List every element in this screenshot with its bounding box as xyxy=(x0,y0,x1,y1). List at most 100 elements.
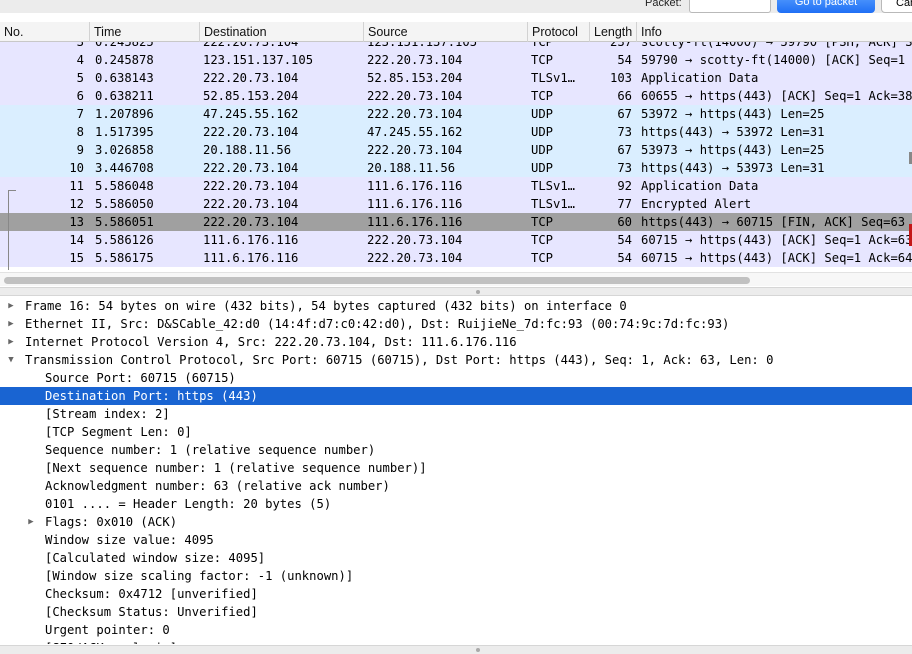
packet-row[interactable]: 10 3.446708 222.20.73.104 20.188.11.56 UDP 73… xyxy=(0,159,912,177)
collapsed-triangle-icon[interactable]: ▶ xyxy=(26,639,36,644)
packet-info: Application Data xyxy=(641,71,759,85)
detail-text: Sequence number: 1 (relative sequence nu… xyxy=(45,443,376,457)
packet-source: 222.20.73.104 xyxy=(367,107,463,121)
column-header-info[interactable]: Info xyxy=(636,22,912,42)
packet-protocol: TCP xyxy=(531,89,554,103)
detail-protocol-item[interactable]: ▼ Transmission Control Protocol, Src Port… xyxy=(0,351,912,369)
packet-row[interactable]: 11 5.586048 222.20.73.104 111.6.176.116 TLSv… xyxy=(0,177,912,195)
packet-destination: 111.6.176.116 xyxy=(203,233,299,247)
packet-destination: 47.245.55.162 xyxy=(203,107,299,121)
packet-length: 77 xyxy=(617,197,632,211)
packet-no: 7 xyxy=(76,107,84,121)
collapsed-triangle-icon[interactable]: ▶ xyxy=(6,297,16,315)
packet-row[interactable]: 5 0.638143 222.20.73.104 52.85.153.204 TLSv1… xyxy=(0,69,912,87)
packet-length: 66 xyxy=(617,89,632,103)
bottom-pane-splitter[interactable] xyxy=(0,645,912,654)
packet-row[interactable]: 12 5.586050 222.20.73.104 111.6.176.116 TLSv… xyxy=(0,195,912,213)
packet-destination: 222.20.73.104 xyxy=(203,71,299,85)
packet-protocol: TLSv1… xyxy=(531,179,576,193)
packet-details-tree[interactable]: ▶ Frame 16: 54 bytes on wire (432 bits), … xyxy=(0,296,912,644)
column-header-source[interactable]: Source xyxy=(363,22,527,42)
detail-text: [Next sequence number: 1 (relative seque… xyxy=(45,461,427,475)
packet-protocol: UDP xyxy=(531,143,554,157)
packet-time: 0.245825 xyxy=(95,42,154,49)
detail-item-selected[interactable]: Destination Port: https (443) xyxy=(0,387,912,405)
packet-row-selected[interactable]: 13 5.586051 222.20.73.104 111.6.176.116 TCP 6… xyxy=(0,213,912,231)
detail-protocol-item[interactable]: ▶ Frame 16: 54 bytes on wire (432 bits), … xyxy=(0,297,912,315)
collapsed-triangle-icon[interactable]: ▶ xyxy=(6,333,16,351)
detail-protocol-item[interactable]: ▶ Ethernet II, Src: D&SCable_42:d0 (14:4f… xyxy=(0,315,912,333)
detail-field-item[interactable]: Sequence number: 1 (relative sequence nu… xyxy=(0,441,912,459)
packet-no: 11 xyxy=(69,179,84,193)
packet-no: 13 xyxy=(69,215,84,229)
detail-protocol-item[interactable]: ▶ Internet Protocol Version 4, Src: 222.2… xyxy=(0,333,912,351)
packet-time: 5.586048 xyxy=(95,179,154,193)
packet-source: 47.245.55.162 xyxy=(367,125,463,139)
packet-info: https(443) → 53972 Len=31 xyxy=(641,125,825,139)
packet-length: 54 xyxy=(617,53,632,67)
column-header-length[interactable]: Length xyxy=(589,22,636,42)
packet-protocol: TCP xyxy=(531,233,554,247)
column-header-destination[interactable]: Destination xyxy=(199,22,363,42)
scrollbar-thumb[interactable] xyxy=(4,277,750,284)
pane-splitter[interactable] xyxy=(0,287,912,296)
packet-row[interactable]: 7 1.207896 47.245.55.162 222.20.73.104 UDP 67… xyxy=(0,105,912,123)
detail-field-item[interactable]: [Checksum Status: Unverified] xyxy=(0,603,912,621)
packet-list-horizontal-scrollbar[interactable] xyxy=(0,272,912,286)
detail-field-item[interactable]: Window size value: 4095 xyxy=(0,531,912,549)
column-header-protocol[interactable]: Protocol xyxy=(527,22,589,42)
detail-field-item[interactable]: Acknowledgment number: 63 (relative ack … xyxy=(0,477,912,495)
detail-field-item[interactable]: Urgent pointer: 0 xyxy=(0,621,912,639)
packet-protocol: UDP xyxy=(531,107,554,121)
packet-destination: 222.20.73.104 xyxy=(203,197,299,211)
detail-field-item[interactable]: Source Port: 60715 (60715) xyxy=(0,369,912,387)
detail-field-item[interactable]: 0101 .... = Header Length: 20 bytes (5) xyxy=(0,495,912,513)
collapsed-triangle-icon[interactable]: ▶ xyxy=(6,315,16,333)
packet-no: 4 xyxy=(76,53,84,67)
packet-length: 60 xyxy=(617,215,632,229)
cancel-button[interactable]: Cancel xyxy=(881,0,912,13)
packet-row[interactable]: 6 0.638211 52.85.153.204 222.20.73.104 TCP 66… xyxy=(0,87,912,105)
packet-info: 60715 → https(443) [ACK] Seq=1 Ack=64 Wi… xyxy=(641,251,912,265)
packet-protocol: TCP xyxy=(531,215,554,229)
packet-source: 123.151.137.105 xyxy=(367,42,478,49)
column-header-no[interactable]: No. xyxy=(0,22,89,42)
detail-text: Urgent pointer: 0 xyxy=(45,623,170,637)
column-header-time[interactable]: Time xyxy=(89,22,199,42)
detail-field-item[interactable]: ▶ [SEQ/ACK analysis] xyxy=(0,639,912,644)
packet-row[interactable]: 4 0.245878 123.151.137.105 222.20.73.104 TCP… xyxy=(0,51,912,69)
packet-info: scotty-ft(14000) → 59790 [PSH, ACK] Seq=… xyxy=(641,42,912,49)
expanded-triangle-icon[interactable]: ▼ xyxy=(6,351,16,369)
packet-row[interactable]: 9 3.026858 20.188.11.56 222.20.73.104 UDP 67 5… xyxy=(0,141,912,159)
packet-info: 59790 → scotty-ft(14000) [ACK] Seq=1 Ack xyxy=(641,53,912,67)
detail-field-item[interactable]: Checksum: 0x4712 [unverified] xyxy=(0,585,912,603)
detail-field-item[interactable]: ▶ Flags: 0x010 (ACK) xyxy=(0,513,912,531)
detail-text: Frame 16: 54 bytes on wire (432 bits), 5… xyxy=(25,299,627,313)
packet-source: 52.85.153.204 xyxy=(367,71,463,85)
packet-label: Packet: xyxy=(645,0,682,9)
packet-number-input[interactable] xyxy=(689,0,771,13)
packet-info: 53972 → https(443) Len=25 xyxy=(641,107,825,121)
detail-text: [Checksum Status: Unverified] xyxy=(45,605,258,619)
packet-row[interactable]: 3 0.245825 222.20.73.104 123.151.137.105 TCP… xyxy=(0,42,912,51)
detail-field-item[interactable]: [Calculated window size: 4095] xyxy=(0,549,912,567)
packet-list[interactable]: 3 0.245825 222.20.73.104 123.151.137.105 TCP… xyxy=(0,42,912,270)
packet-length: 103 xyxy=(609,71,632,85)
packet-length: 92 xyxy=(617,179,632,193)
packet-time: 1.517395 xyxy=(95,125,154,139)
detail-text: Transmission Control Protocol, Src Port:… xyxy=(25,353,774,367)
detail-field-item[interactable]: [Window size scaling factor: -1 (unknown… xyxy=(0,567,912,585)
packet-row[interactable]: 14 5.586126 111.6.176.116 222.20.73.104 TCP 5… xyxy=(0,231,912,249)
packet-destination: 222.20.73.104 xyxy=(203,215,299,229)
packet-info: https(443) → 53973 Len=31 xyxy=(641,161,825,175)
detail-field-item[interactable]: [Stream index: 2] xyxy=(0,405,912,423)
detail-field-item[interactable]: [TCP Segment Len: 0] xyxy=(0,423,912,441)
packet-row[interactable]: 8 1.517395 222.20.73.104 47.245.55.162 UDP 73… xyxy=(0,123,912,141)
collapsed-triangle-icon[interactable]: ▶ xyxy=(26,513,36,531)
go-to-packet-button[interactable]: Go to packet xyxy=(777,0,875,13)
detail-text: [SEQ/ACK analysis] xyxy=(45,639,177,644)
packet-row[interactable]: 15 5.586175 111.6.176.116 222.20.73.104 TCP 5… xyxy=(0,249,912,267)
packet-destination: 123.151.137.105 xyxy=(203,53,314,67)
detail-field-item[interactable]: [Next sequence number: 1 (relative seque… xyxy=(0,459,912,477)
packet-protocol: UDP xyxy=(531,161,554,175)
